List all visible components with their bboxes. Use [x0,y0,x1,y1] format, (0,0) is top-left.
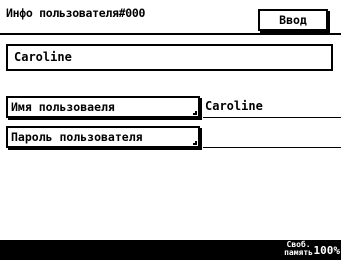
free-memory-percent: 100% [313,244,341,257]
corner-mark-icon [193,111,197,115]
corner-mark-icon [193,141,197,145]
free-memory-line2: память [284,248,313,257]
user-name-value: Caroline [205,99,263,113]
user-info-screen: Инфо пользователя#000 Ввод Caroline Имя … [0,0,341,260]
free-memory-label: Своб. память [284,241,313,257]
user-password-label: Пароль пользователя [11,130,143,144]
status-bar: Своб. память 100% [0,240,341,260]
current-value-display: Caroline [6,44,333,71]
header-divider [0,33,341,35]
user-name-button[interactable]: Имя пользоваеля [6,96,200,118]
user-name-label: Имя пользоваеля [11,100,115,114]
page-title: Инфо пользователя#000 [6,6,146,20]
user-name-underline [203,117,341,118]
enter-button[interactable]: Ввод [258,9,328,31]
user-password-underline [203,147,341,148]
user-password-button[interactable]: Пароль пользователя [6,126,200,148]
